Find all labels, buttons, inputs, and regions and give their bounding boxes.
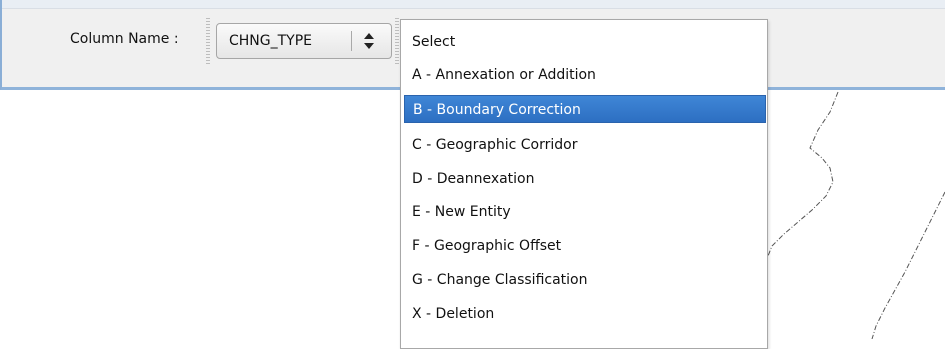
option-geographic-corridor[interactable]: C - Geographic Corridor (404, 131, 766, 159)
option-deannexation[interactable]: D - Deannexation (404, 165, 766, 193)
left-grip-handle[interactable] (206, 18, 210, 64)
column-name-label: Column Name : (70, 31, 179, 47)
option-geographic-offset[interactable]: F - Geographic Offset (404, 232, 766, 260)
column-name-value: CHNG_TYPE (229, 33, 313, 49)
column-name-select[interactable]: CHNG_TYPE (216, 23, 392, 59)
option-select[interactable]: Select (404, 28, 766, 56)
toolbar-top-strip (2, 0, 945, 9)
option-deletion[interactable]: X - Deletion (404, 300, 766, 328)
right-grip-handle[interactable] (395, 18, 399, 64)
option-new-entity[interactable]: E - New Entity (404, 198, 766, 226)
option-annexation-or-addition[interactable]: A - Annexation or Addition (404, 61, 766, 89)
change-type-dropdown-list: Select A - Annexation or Addition B - Bo… (400, 19, 768, 349)
select-divider (351, 31, 352, 51)
option-change-classification[interactable]: G - Change Classification (404, 266, 766, 294)
option-boundary-correction[interactable]: B - Boundary Correction (404, 95, 766, 123)
updown-arrows-icon (364, 33, 374, 49)
